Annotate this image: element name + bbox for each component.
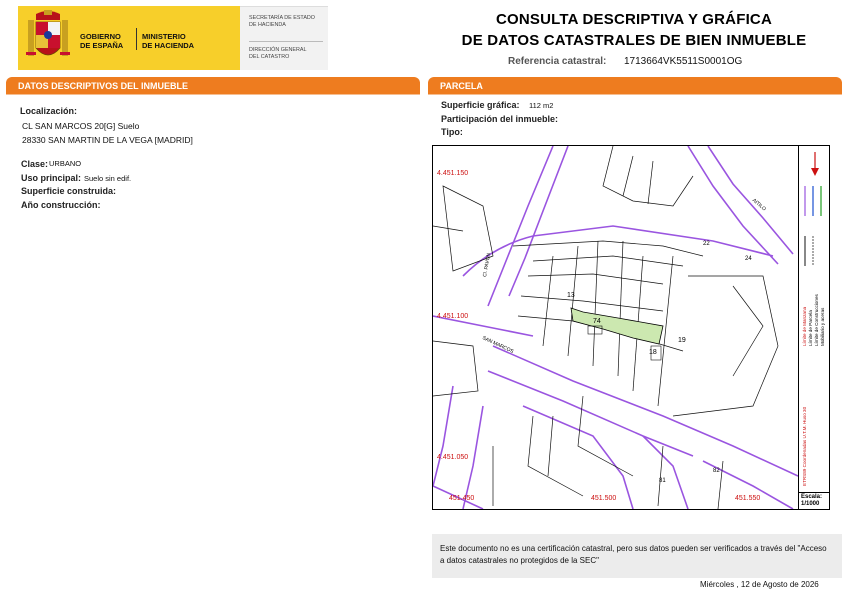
uso-value: Suelo sin edif. xyxy=(84,174,132,183)
parcel-number-19: 19 xyxy=(678,337,686,344)
ref-value: 1713664VK5511S0001OG xyxy=(624,56,743,67)
parcel-number-22: 22 xyxy=(703,241,710,247)
clase-value: URBANO xyxy=(49,159,82,168)
secretaria-divider xyxy=(249,41,323,42)
parcel-number-18: 18 xyxy=(649,349,657,356)
secretaria-box: SECRETARÍA DE ESTADO DE HACIENDA DIRECCI… xyxy=(240,6,328,70)
scale-value: 1/1000 xyxy=(801,501,820,507)
document-date: Miércoles , 12 de Agosto de 2026 xyxy=(700,580,819,589)
highlighted-parcel xyxy=(570,307,664,345)
legend-item-coordinates: ETRS89 Coordenadas U.T.M. Huso 30 xyxy=(802,406,807,486)
title-line-2: DE DATOS CATASTRALES DE BIEN INMUEBLE xyxy=(461,32,807,49)
superficie-construida-label: Superficie construida: xyxy=(21,186,117,196)
section-bar-datos: DATOS DESCRIPTIVOS DEL INMUEBLE xyxy=(6,77,420,94)
map-legend: Límite de Manzana Límite de Parcela Lími… xyxy=(798,146,829,492)
map-scale: Escala: 1/1000 xyxy=(798,492,829,509)
ministerio-text: MINISTERIO DE HACIENDA xyxy=(142,32,195,50)
address-line-1: CL SAN MARCOS 20[G] Suelo xyxy=(22,121,140,131)
superficie-grafica-value: 112 m2 xyxy=(529,101,554,110)
address-line-2: 28330 SAN MARTIN DE LA VEGA [MADRID] xyxy=(22,135,193,145)
ref-label: Referencia catastral: xyxy=(508,56,607,67)
cadastral-map[interactable]: 4.451.150 4.451.100 4.451.050 451.450 45… xyxy=(432,145,830,510)
title-line-1: CONSULTA DESCRIPTIVA Y GRÁFICA xyxy=(495,11,772,28)
uso-label: Uso principal: xyxy=(21,173,82,183)
section-bar-parcela: PARCELA xyxy=(428,77,842,94)
parcel-number-24: 24 xyxy=(745,256,752,262)
coord-label-x3: 451.550 xyxy=(735,495,761,502)
anio-construccion-label: Año construcción: xyxy=(21,200,101,210)
coord-label-y3: 4.451.050 xyxy=(437,454,469,461)
legend-item-parcela: Límite de Parcela xyxy=(808,310,813,346)
tipo-label: Tipo: xyxy=(441,127,463,137)
clase-label: Clase: xyxy=(21,159,49,169)
gobierno-logo: GOBIERNO DE ESPAÑA MINISTERIO DE HACIEND… xyxy=(18,6,240,70)
scale-label: Escala: xyxy=(801,494,823,500)
parcel-number-79: 82 xyxy=(713,468,720,474)
gobierno-text: GOBIERNO DE ESPAÑA xyxy=(80,32,124,50)
parcel-number-13: 13 xyxy=(567,292,575,299)
localizacion-label: Localización: xyxy=(20,106,78,116)
parcel-number-64: 74 xyxy=(593,318,601,325)
legend-item-construcciones: Límite de Construcciones xyxy=(814,294,819,346)
coord-label-y1: 4.451.150 xyxy=(437,170,469,177)
direccion-text: DIRECCIÓN GENERAL DEL CATASTRO xyxy=(249,47,307,60)
map-drawing xyxy=(433,146,798,509)
section-rule-right xyxy=(428,94,842,95)
participacion-label: Participación del inmueble: xyxy=(441,114,559,124)
logo-divider xyxy=(136,28,137,50)
disclaimer-text: Este documento no es una certificación c… xyxy=(440,544,827,565)
coat-of-arms-icon xyxy=(26,10,70,56)
section-title-datos: DATOS DESCRIPTIVOS DEL INMUEBLE xyxy=(18,81,189,91)
section-rule-left xyxy=(6,94,420,95)
secretaria-text: SECRETARÍA DE ESTADO DE HACIENDA xyxy=(249,15,315,28)
document-title: CONSULTA DESCRIPTIVA Y GRÁFICA DE DATOS … xyxy=(420,9,848,51)
coord-label-x1: 451.450 xyxy=(449,495,475,502)
disclaimer-box: Este documento no es una certificación c… xyxy=(432,534,842,578)
parcel-number-78: 81 xyxy=(659,478,666,484)
superficie-grafica-label: Superficie gráfica: xyxy=(441,100,520,110)
section-title-parcela: PARCELA xyxy=(440,81,483,91)
coord-label-x2: 451.500 xyxy=(591,495,617,502)
legend-item-manzana: Límite de Manzana xyxy=(802,306,807,346)
coord-label-y2: 4.451.100 xyxy=(437,313,469,320)
legend-item-mobiliario: Mobiliario y aceras xyxy=(820,307,825,346)
